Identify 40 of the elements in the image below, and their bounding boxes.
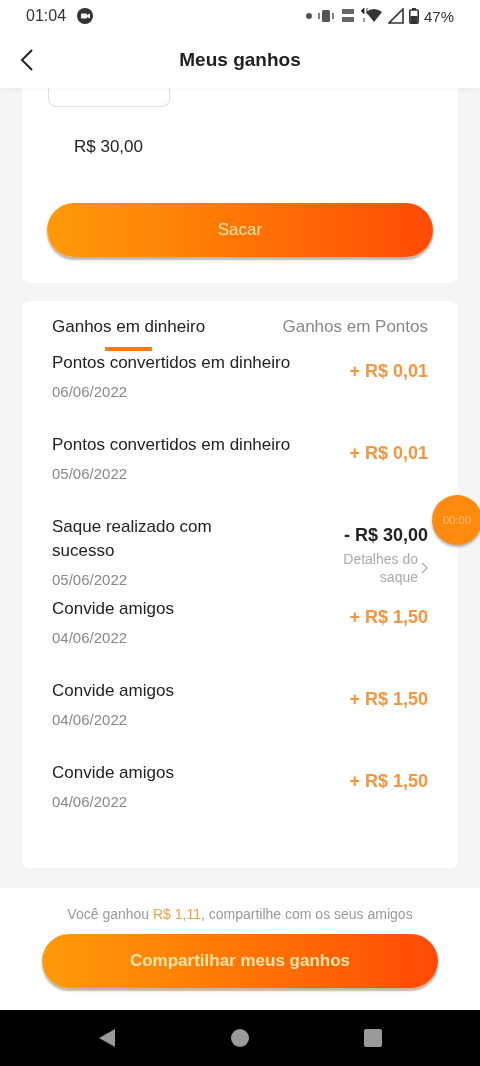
page-title: Meus ganhos	[179, 49, 301, 71]
transaction-title: Convide amigos	[52, 762, 174, 784]
vibrate-icon	[316, 9, 335, 23]
chevron-right-icon	[421, 562, 428, 574]
back-nav-icon	[97, 1028, 116, 1048]
transaction-amount: + R$ 1,50	[349, 689, 428, 710]
share-button[interactable]: Compartilhar meus ganhos	[42, 934, 438, 988]
battery-level: 47%	[423, 7, 454, 25]
back-icon	[20, 48, 34, 72]
transaction-date: 04/06/2022	[52, 629, 129, 646]
transaction-title: Pontos convertidos em dinheiro	[52, 352, 291, 374]
dot-icon	[305, 13, 312, 19]
signal-icon	[387, 8, 404, 24]
transaction-date: 04/06/2022	[52, 711, 129, 728]
share-message: Você ganhou R$ 1,11, compartilhe com os seus amigos	[67, 906, 413, 922]
transaction-date: 06/06/2022	[52, 383, 129, 400]
transaction-amount: + R$ 1,50	[349, 607, 428, 628]
transaction-date: 05/06/2022	[52, 465, 129, 482]
tab[interactable]: Ganhos em Pontos	[282, 317, 428, 351]
transaction-title: Convide amigos	[52, 680, 174, 702]
status-time: 01:04	[26, 7, 67, 25]
home-nav-icon	[231, 1029, 249, 1047]
withdraw-amount: R$ 30,00	[74, 137, 144, 157]
details-link[interactable]: Detalhes do saque	[334, 550, 428, 586]
transaction-amount: + R$ 1,50	[349, 771, 428, 792]
notification-icon	[76, 7, 95, 25]
transaction-amount: - R$ 30,00	[343, 525, 428, 546]
withdraw-button[interactable]: Sacar	[47, 203, 433, 257]
transaction-amount: + R$ 0,01	[349, 443, 428, 464]
battery-icon	[408, 8, 419, 24]
transaction-amount: + R$ 0,01	[349, 361, 428, 382]
transaction-title: Pontos convertidos em dinheiro	[52, 434, 291, 456]
tab[interactable]: Ganhos em dinheiro	[52, 317, 206, 351]
transaction-date: 05/06/2022	[52, 571, 129, 588]
input-field[interactable]	[48, 88, 170, 107]
transaction-title: Convide amigos	[52, 598, 174, 620]
transaction-date: 04/06/2022	[52, 793, 129, 810]
recents-nav-icon	[364, 1029, 383, 1047]
transaction-title: Saque realizado com sucesso	[52, 516, 213, 562]
wifi-icon	[360, 8, 383, 24]
